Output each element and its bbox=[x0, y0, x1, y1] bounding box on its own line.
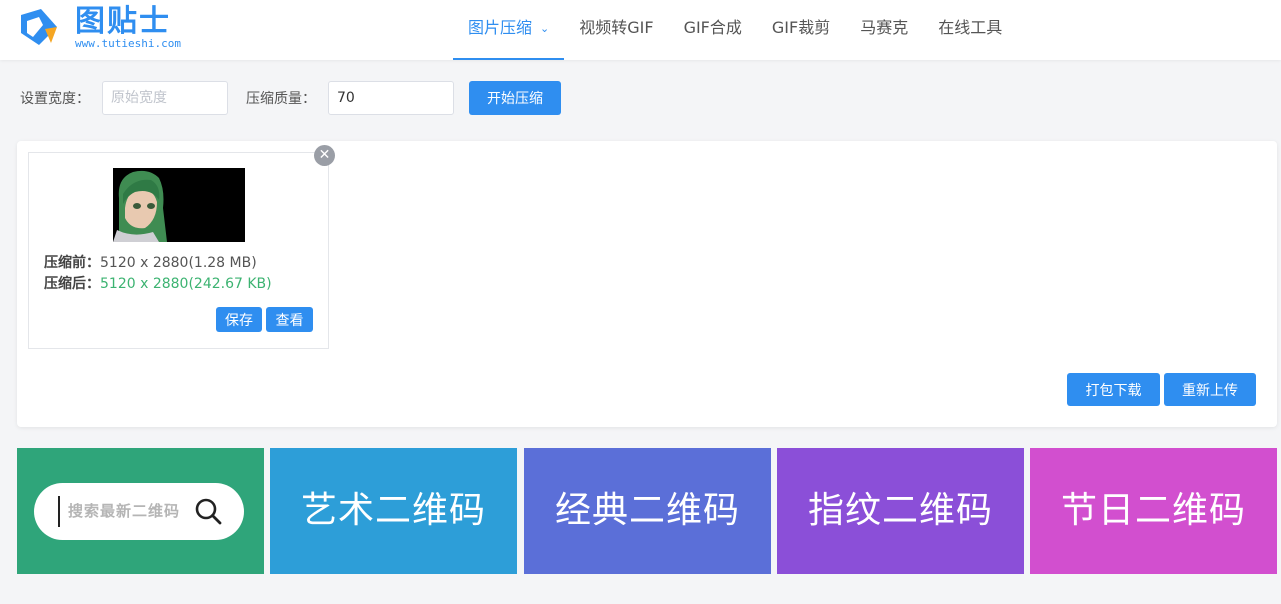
qr-tiles: 搜索最新二维码 艺术二维码 经典二维码 指纹二维码 节日二维码 bbox=[17, 448, 1277, 574]
result-panel: ✕ 压缩前：5120 x 2880(1.28 MB) 压缩后：5120 x 28… bbox=[17, 141, 1277, 427]
qr-search-placeholder: 搜索最新二维码 bbox=[68, 502, 181, 520]
result-card: 压缩前：5120 x 2880(1.28 MB) 压缩后：5120 x 2880… bbox=[28, 152, 329, 349]
nav-item-gif-compose[interactable]: GIF合成 bbox=[669, 0, 757, 60]
logo-text: 图贴士 bbox=[75, 4, 171, 39]
nav-item-label: 在线工具 bbox=[938, 18, 1003, 37]
site-header: 图贴士 www.tutieshi.com 图片压缩 ⌄ 视频转GIF GIF合成 … bbox=[0, 0, 1281, 60]
nav-item-label: GIF合成 bbox=[683, 18, 742, 37]
width-label: 设置宽度： bbox=[20, 91, 90, 107]
nav-item-online-tools[interactable]: 在线工具 bbox=[923, 0, 1017, 60]
size-before: 压缩前：5120 x 2880(1.28 MB) bbox=[44, 253, 257, 273]
size-after: 压缩后：5120 x 2880(242.67 KB) bbox=[44, 274, 272, 294]
image-thumbnail[interactable] bbox=[113, 168, 245, 242]
logo[interactable]: 图贴士 www.tutieshi.com bbox=[19, 5, 219, 55]
chevron-down-icon: ⌄ bbox=[540, 22, 550, 35]
thumbnail-picture bbox=[113, 168, 245, 242]
start-compress-button[interactable]: 开始压缩 bbox=[469, 81, 561, 115]
nav-item-video-to-gif[interactable]: 视频转GIF bbox=[564, 0, 668, 60]
tile-art-qr[interactable]: 艺术二维码 bbox=[270, 448, 517, 574]
qr-search-tile: 搜索最新二维码 bbox=[17, 448, 264, 574]
reupload-button[interactable]: 重新上传 bbox=[1164, 373, 1256, 406]
save-button[interactable]: 保存 bbox=[216, 307, 262, 332]
before-value: 5120 x 2880(1.28 MB) bbox=[100, 255, 257, 271]
width-input[interactable] bbox=[102, 81, 228, 115]
qr-search-input[interactable]: 搜索最新二维码 bbox=[34, 483, 244, 540]
compress-settings: 设置宽度： 压缩质量： 开始压缩 bbox=[20, 81, 561, 115]
quality-input[interactable] bbox=[328, 81, 454, 115]
quality-label: 压缩质量： bbox=[246, 91, 316, 107]
nav-item-image-compress[interactable]: 图片压缩 ⌄ bbox=[453, 0, 565, 60]
nav-item-label: 马赛克 bbox=[860, 18, 909, 37]
tile-fingerprint-qr[interactable]: 指纹二维码 bbox=[777, 448, 1024, 574]
close-icon[interactable]: ✕ bbox=[314, 145, 335, 166]
nav-item-gif-crop[interactable]: GIF裁剪 bbox=[757, 0, 845, 60]
tile-festival-qr[interactable]: 节日二维码 bbox=[1030, 448, 1277, 574]
text-cursor bbox=[58, 496, 60, 527]
view-button[interactable]: 查看 bbox=[266, 307, 313, 332]
nav-item-label: 图片压缩 bbox=[468, 18, 533, 37]
nav-item-mosaic[interactable]: 马赛克 bbox=[845, 0, 923, 60]
search-icon[interactable] bbox=[194, 497, 222, 525]
logo-url: www.tutieshi.com bbox=[75, 37, 181, 50]
pack-download-button[interactable]: 打包下载 bbox=[1067, 373, 1160, 406]
after-value: 5120 x 2880(242.67 KB) bbox=[100, 276, 272, 292]
logo-mark-icon bbox=[21, 9, 57, 45]
before-label: 压缩前： bbox=[44, 255, 100, 271]
after-label: 压缩后： bbox=[44, 276, 100, 292]
main-nav: 图片压缩 ⌄ 视频转GIF GIF合成 GIF裁剪 马赛克 在线工具 bbox=[453, 0, 1017, 60]
tile-classic-qr[interactable]: 经典二维码 bbox=[524, 448, 771, 574]
nav-item-label: 视频转GIF bbox=[579, 18, 654, 37]
nav-item-label: GIF裁剪 bbox=[771, 18, 831, 37]
